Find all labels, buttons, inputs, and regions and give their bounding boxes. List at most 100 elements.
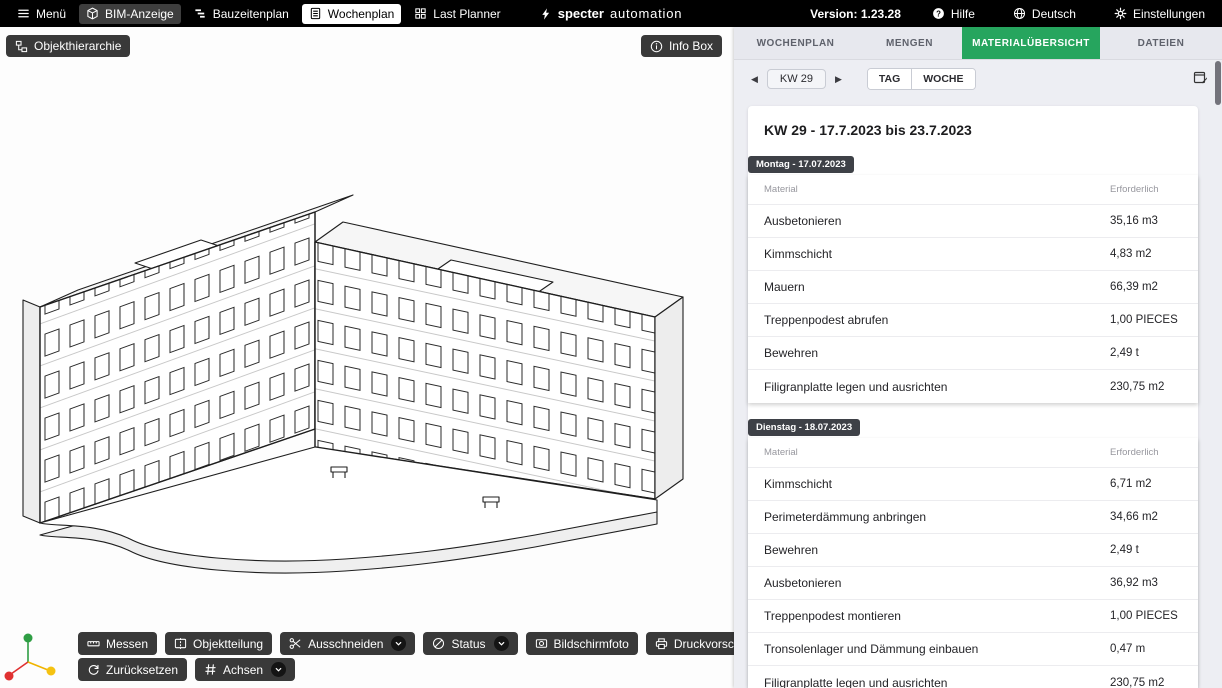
tab-materialuebersicht[interactable]: MATERIALÜBERSICHT xyxy=(962,27,1100,59)
day-badge: Montag - 17.07.2023 xyxy=(748,156,854,173)
material-name: Ausbetonieren xyxy=(748,214,1110,228)
reset-button[interactable]: Zurücksetzen xyxy=(78,658,187,681)
table-row: Filigranplatte legen und ausrichten230,7… xyxy=(748,666,1198,688)
object-split-button[interactable]: Objektteilung xyxy=(165,632,272,655)
column-required: Erforderlich xyxy=(1110,447,1198,458)
menu-label: Menü xyxy=(36,7,66,21)
material-name: Tronsolenlager und Dämmung einbauen xyxy=(748,642,1110,656)
info-box-button[interactable]: Info Box xyxy=(641,35,722,57)
nav-wochenplan[interactable]: Wochenplan xyxy=(302,4,402,24)
panel-subheader: ◀ KW 29 ▶ TAG WOCHE xyxy=(734,60,1222,96)
object-hierarchy-button[interactable]: Objekthierarchie xyxy=(6,35,130,57)
button-label: Achsen xyxy=(223,663,263,677)
axes-button[interactable]: Achsen xyxy=(195,658,295,681)
material-qty: 0,47 m xyxy=(1110,643,1198,655)
table-row: Tronsolenlager und Dämmung einbauen0,47 … xyxy=(748,633,1198,666)
nav-last-planner[interactable]: Last Planner xyxy=(407,4,507,24)
bim-viewer[interactable]: Objekthierarchie Info Box Messen Objektt… xyxy=(0,27,734,688)
bolt-icon xyxy=(540,7,552,21)
panel-scrollbar[interactable] xyxy=(1215,61,1221,688)
topbar: Menü BIM-Anzeige Bauzeitenplan Wochenpla… xyxy=(0,0,1222,27)
day-badge: Dienstag - 18.07.2023 xyxy=(748,419,860,436)
nav-bim-anzeige[interactable]: BIM-Anzeige xyxy=(79,4,181,24)
tab-mengen[interactable]: MENGEN xyxy=(857,27,962,59)
globe-icon xyxy=(1013,7,1026,20)
scissors-icon xyxy=(289,637,302,650)
nav-bauzeitenplan[interactable]: Bauzeitenplan xyxy=(187,4,296,24)
material-qty: 6,71 m2 xyxy=(1110,478,1198,490)
toggle-tag[interactable]: TAG xyxy=(868,69,911,89)
edit-calendar-button[interactable] xyxy=(1193,70,1208,88)
toggle-woche[interactable]: WOCHE xyxy=(911,69,974,89)
cut-button[interactable]: Ausschneiden xyxy=(280,632,415,655)
slash-circle-icon xyxy=(432,637,445,650)
table-row: Filigranplatte legen und ausrichten230,7… xyxy=(748,370,1198,403)
material-name: Treppenpodest montieren xyxy=(748,609,1110,623)
tab-wochenplan[interactable]: WOCHENPLAN xyxy=(734,27,857,59)
settings-button[interactable]: Einstellungen xyxy=(1107,4,1212,24)
button-label: Druckvorschau xyxy=(674,637,734,651)
material-qty: 36,92 m3 xyxy=(1110,577,1198,589)
help-label: Hilfe xyxy=(951,7,975,21)
info-icon xyxy=(650,40,663,53)
week-chip[interactable]: KW 29 xyxy=(767,69,826,89)
side-panel: WOCHENPLAN MENGEN MATERIALÜBERSICHT DATE… xyxy=(734,27,1222,688)
status-button[interactable]: Status xyxy=(423,632,517,655)
material-qty: 1,00 PIECES xyxy=(1110,610,1198,622)
menu-button[interactable]: Menü xyxy=(10,4,73,24)
main-area: Objekthierarchie Info Box Messen Objektt… xyxy=(0,27,1222,688)
prev-week-button[interactable]: ◀ xyxy=(748,72,761,87)
edit-calendar-icon xyxy=(1193,70,1208,85)
brand-name: specter xyxy=(558,6,604,21)
ruler-icon xyxy=(87,637,100,650)
help-button[interactable]: ? Hilfe xyxy=(925,4,982,24)
material-qty: 230,75 m2 xyxy=(1110,381,1198,393)
panel-tabs: WOCHENPLAN MENGEN MATERIALÜBERSICHT DATE… xyxy=(734,27,1222,60)
material-table: Material Erforderlich Ausbetonieren35,16… xyxy=(748,175,1198,403)
viewer-toolbar-row1: Messen Objektteilung Ausschneiden Status xyxy=(78,632,734,655)
language-button[interactable]: Deutsch xyxy=(1006,4,1083,24)
button-label: Zurücksetzen xyxy=(106,663,178,677)
gear-icon xyxy=(1114,7,1127,20)
material-name: Treppenpodest abrufen xyxy=(748,313,1110,327)
button-label: Objektteilung xyxy=(193,637,263,651)
column-material: Material xyxy=(748,184,1110,195)
material-name: Perimeterdämmung anbringen xyxy=(748,510,1110,524)
table-row: Mauern66,39 m2 xyxy=(748,271,1198,304)
brand-logo: specter automation xyxy=(540,6,683,21)
table-row: Treppenpodest abrufen1,00 PIECES xyxy=(748,304,1198,337)
material-name: Filigranplatte legen und ausrichten xyxy=(748,380,1110,394)
material-table: Material Erforderlich Kimmschicht6,71 m2… xyxy=(748,438,1198,688)
material-qty: 1,00 PIECES xyxy=(1110,314,1198,326)
material-name: Kimmschicht xyxy=(748,477,1110,491)
settings-label: Einstellungen xyxy=(1133,7,1205,21)
axis-gizmo[interactable] xyxy=(2,628,64,686)
chevron-down-icon xyxy=(394,639,403,648)
object-hierarchy-label: Objekthierarchie xyxy=(34,39,121,53)
button-label: Ausschneiden xyxy=(308,637,383,651)
measure-button[interactable]: Messen xyxy=(78,632,157,655)
app-root: Menü BIM-Anzeige Bauzeitenplan Wochenpla… xyxy=(0,0,1222,688)
axis-z-handle xyxy=(24,634,33,643)
status-dropdown-button[interactable] xyxy=(494,636,509,651)
scrollbar-thumb[interactable] xyxy=(1215,61,1221,105)
material-qty: 2,49 t xyxy=(1110,347,1198,359)
cut-dropdown-button[interactable] xyxy=(391,636,406,651)
tab-dateien[interactable]: DATEIEN xyxy=(1100,27,1222,59)
table-row: Bewehren2,49 t xyxy=(748,337,1198,370)
material-name: Ausbetonieren xyxy=(748,576,1110,590)
print-preview-button[interactable]: Druckvorschau xyxy=(646,632,734,655)
screenshot-button[interactable]: Bildschirmfoto xyxy=(526,632,638,655)
hierarchy-icon xyxy=(15,40,28,53)
axes-dropdown-button[interactable] xyxy=(271,662,286,677)
button-label: Messen xyxy=(106,637,148,651)
table-row: Ausbetonieren35,16 m3 xyxy=(748,205,1198,238)
next-week-button[interactable]: ▶ xyxy=(832,72,845,87)
version-label: Version: 1.23.28 xyxy=(810,7,901,21)
material-qty: 230,75 m2 xyxy=(1110,677,1198,688)
nav-label: Wochenplan xyxy=(328,7,395,21)
material-qty: 34,66 m2 xyxy=(1110,511,1198,523)
viewer-toolbar-row2: Zurücksetzen Achsen xyxy=(78,658,295,681)
table-row: Treppenpodest montieren1,00 PIECES xyxy=(748,600,1198,633)
table-header: Material Erforderlich xyxy=(748,438,1198,468)
